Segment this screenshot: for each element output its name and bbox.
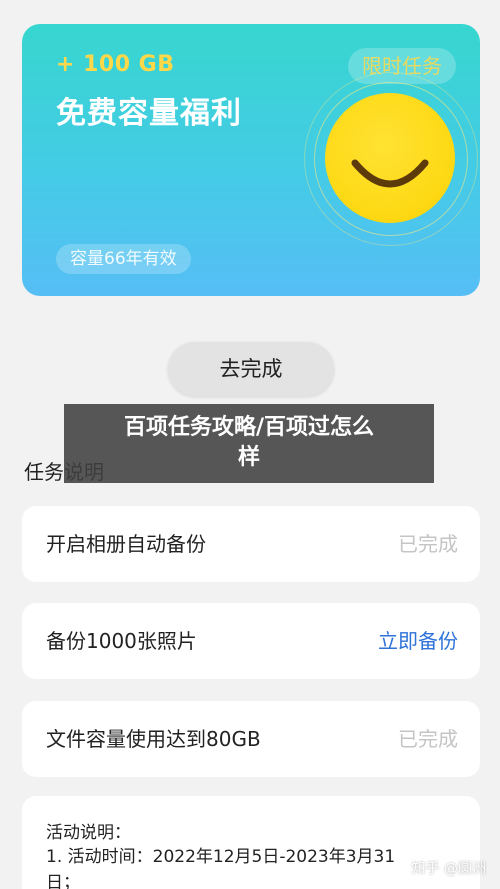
- smile-icon: [351, 159, 429, 188]
- notes-line-1: 1. 活动时间：2022年12月5日-2023年3月31: [46, 847, 396, 867]
- task-card-backup-photos: 备份1000张照片 立即备份: [22, 603, 480, 679]
- task-card-album-backup: 开启相册自动备份 已完成: [22, 506, 480, 582]
- smiling-sun-icon: [300, 68, 480, 248]
- sun-face: [325, 93, 455, 223]
- page: + 100 GB 免费容量福利 限时任务 容量66年有效 去完成 任务说明 百项…: [0, 0, 500, 889]
- caption-line-1: 百项任务攻略/百项过怎么: [123, 415, 375, 440]
- banner-title: 免费容量福利: [56, 96, 242, 131]
- promo-banner[interactable]: + 100 GB 免费容量福利 限时任务 容量66年有效: [22, 24, 480, 296]
- task-name: 开启相册自动备份: [46, 532, 206, 556]
- task-name: 备份1000张照片: [46, 629, 197, 653]
- validity-tag: 容量66年有效: [56, 244, 191, 274]
- notes-text: 1. 活动时间：2022年12月5日-2023年3月31 日；: [46, 844, 436, 889]
- notes-line-2: 日；: [46, 873, 80, 889]
- task-status-done: 已完成: [398, 532, 458, 556]
- banner-amount: + 100 GB: [56, 52, 175, 77]
- task-card-storage-usage: 文件容量使用达到80GB 已完成: [22, 701, 480, 777]
- task-name: 文件容量使用达到80GB: [46, 727, 261, 751]
- notes-title: 活动说明：: [46, 823, 131, 843]
- backup-now-button[interactable]: 立即备份: [378, 603, 458, 679]
- go-complete-button[interactable]: 去完成: [168, 342, 334, 396]
- caption-overlay: 百项任务攻略/百项过怎么 样: [64, 404, 434, 483]
- caption-line-2: 样: [237, 445, 260, 470]
- watermark: 知乎 @圆洲: [411, 861, 486, 877]
- task-status-done: 已完成: [398, 727, 458, 751]
